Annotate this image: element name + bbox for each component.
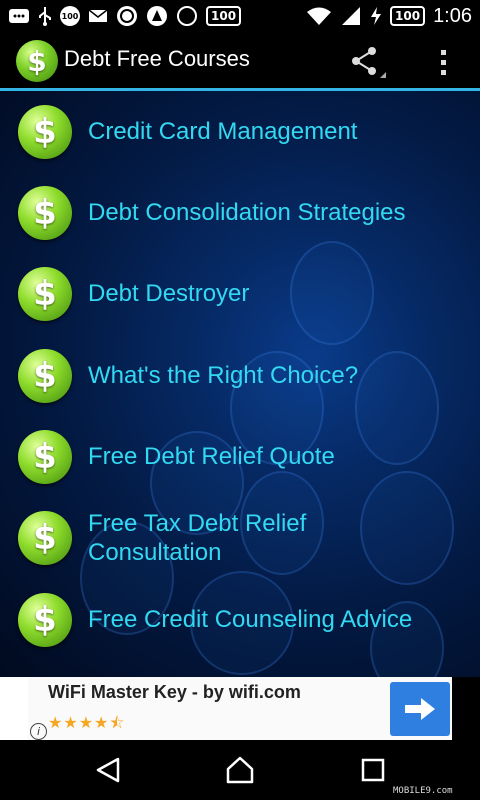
app-triangle-icon [146,5,168,27]
dollar-coin-icon: $ [18,186,72,240]
dollar-coin-icon: $ [18,349,72,403]
circle-100-icon: 100 [60,6,80,26]
arrow-right-icon [405,698,435,720]
list-item[interactable]: $ Debt Destroyer [0,267,480,321]
app-title: Debt Free Courses [64,46,250,71]
action-bar: $ Debt Free Courses [0,32,480,91]
back-icon [96,757,120,783]
list-item[interactable]: $ Free Credit Counseling Advice [0,593,480,647]
dollar-coin-icon: $ [18,430,72,484]
ad-info-icon[interactable]: i [30,723,47,740]
dollar-coin-icon: $ [18,511,72,565]
ad-edge [452,677,480,740]
list-item[interactable]: $ Debt Consolidation Strategies [0,186,480,240]
message-icon [8,8,30,24]
ad-arrow-button[interactable] [390,682,450,736]
overflow-menu-icon[interactable] [428,44,458,80]
list-item-label: What's the Right Choice? [88,362,359,389]
wifi-icon [306,6,332,26]
usb-icon [38,6,52,26]
course-list: $ Credit Card Management $ Debt Consolid… [0,91,480,677]
status-bar: 100 100 100 1:06 [0,0,480,32]
dollar-coin-icon: $ [18,105,72,159]
watermark: MOBILE9.com [393,786,453,796]
ad-title[interactable]: WiFi Master Key - by wifi.com [48,682,301,703]
signal-icon [340,6,362,26]
list-item-label: Debt Destroyer [88,280,250,307]
list-item-label: Debt Consolidation Strategies [88,199,406,226]
home-icon [226,756,254,784]
share-icon[interactable] [348,44,388,80]
dollar-coin-icon: $ [18,267,72,321]
list-item[interactable]: $ Free Debt Relief Quote [0,430,480,484]
list-item-label: Free Tax Debt Relief Consultation [88,510,307,566]
recent-apps-icon [361,758,385,782]
list-item-label: Free Credit Counseling Advice [88,606,413,633]
dollar-coin-icon: $ [18,593,72,647]
app-logo-icon: $ [16,40,58,82]
list-item[interactable]: $ What's the Right Choice? [0,349,480,403]
battery-100-badge: 100 [206,6,242,26]
mail-icon [88,8,108,24]
list-item[interactable]: $ Credit Card Management [0,105,480,159]
back-button[interactable] [88,754,128,786]
list-item[interactable]: $ Free Tax Debt Relief Consultation [0,510,480,566]
recent-apps-button[interactable] [353,754,393,786]
list-item-label: Free Debt Relief Quote [88,443,335,470]
ad-rating-stars: ★★★★⯪ [48,713,126,732]
battery-icon: 100 [390,6,426,26]
app-circle-icon [116,5,138,27]
charging-icon [370,6,382,26]
c-icon [176,5,198,27]
list-item-label: Credit Card Management [88,118,358,145]
home-button[interactable] [220,754,260,786]
clock: 1:06 [433,4,472,27]
